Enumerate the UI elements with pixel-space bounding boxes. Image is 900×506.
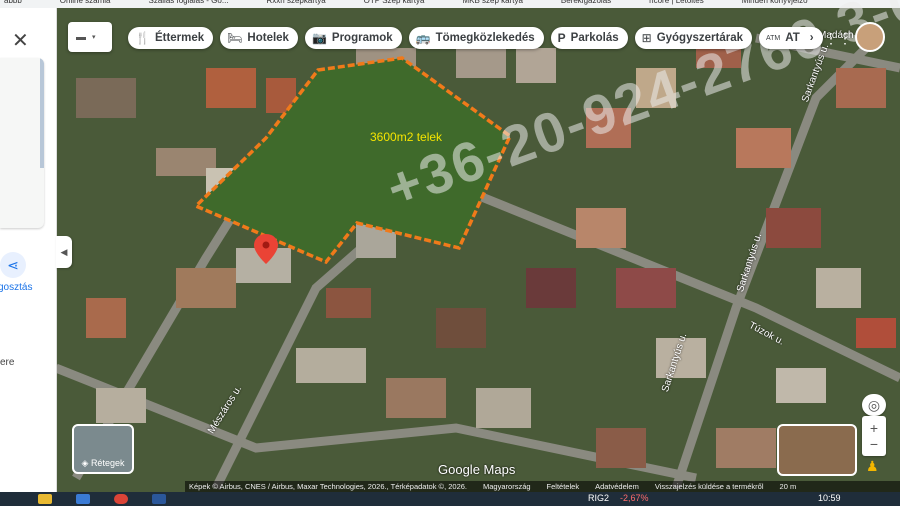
collapse-panel-button[interactable]: ◀ <box>56 236 72 268</box>
menu-icon[interactable]: ▬ <box>76 32 86 43</box>
chip-parking[interactable]: P Parkolás <box>550 27 628 49</box>
attribution-bar: Képek © Airbus, CNES / Airbus, Maxar Tec… <box>185 481 900 492</box>
google-maps-watermark: Google Maps <box>438 462 516 477</box>
chip-hotels[interactable]: 🛏 Hotelek <box>220 27 298 49</box>
chip-label: Parkolás <box>570 32 619 44</box>
layers-label: Rétegek <box>90 458 125 468</box>
chip-label: Hotelek <box>247 32 289 44</box>
country-link[interactable]: Magyarország <box>483 482 531 491</box>
close-icon[interactable]: ✕ <box>12 28 29 53</box>
imagery-credit: Képek © Airbus, CNES / Airbus, Maxar Tec… <box>189 482 468 491</box>
clock: 10:59 <box>818 493 841 503</box>
pegman-icon[interactable]: ♟ <box>866 458 882 476</box>
avatar[interactable] <box>855 22 885 52</box>
scale-label: 20 m <box>779 482 797 491</box>
layers-button[interactable]: ◈ Rétegek <box>72 424 134 474</box>
bookmark-item[interactable]: Bérekigazolás <box>561 0 611 8</box>
chevron-down-icon[interactable]: ▾ <box>92 33 96 41</box>
bookmark-item[interactable]: ncore | Letöltés <box>649 0 704 8</box>
sidebar-text: ere <box>0 357 15 368</box>
zoom-controls: + − <box>862 416 886 456</box>
word-icon[interactable] <box>152 494 166 504</box>
chip-label: Gyógyszertárak <box>656 32 743 44</box>
chip-label: Tömegközlekedés <box>435 32 535 44</box>
bookmarks-bar: abbb Online számla Szállás foglalás - Go… <box>0 0 900 8</box>
bookmark-item[interactable]: Online számla <box>60 0 111 8</box>
place-sidebar: ✕ ⋖ gosztás ere <box>0 8 57 492</box>
chip-label: Éttermek <box>154 32 205 44</box>
share-icon[interactable]: ⋖ <box>0 252 26 278</box>
pharmacy-icon: ⊞ <box>641 31 652 45</box>
privacy-link[interactable]: Adatvédelem <box>595 482 639 491</box>
chip-atm[interactable]: ATM AT › <box>758 27 823 49</box>
zoom-in-button[interactable]: + <box>870 420 878 436</box>
terms-link[interactable]: Feltételek <box>547 482 580 491</box>
folder-icon[interactable] <box>38 494 52 504</box>
chevron-right-icon[interactable]: › <box>810 32 814 44</box>
apps-grid-icon[interactable]: ⋮⋮ <box>824 30 852 46</box>
fork-knife-icon: 🍴 <box>135 31 150 45</box>
os-taskbar: RIG2 -2,67% 10:59 <box>0 492 900 506</box>
bookmark-item[interactable]: Szállás foglalás - Go... <box>148 0 228 8</box>
street-view-thumbnail[interactable] <box>777 424 857 476</box>
chip-transit[interactable]: 🚌 Tömegközlekedés <box>408 27 544 49</box>
target-icon[interactable]: ◎ <box>862 394 886 416</box>
chip-pharmacies[interactable]: ⊞ Gyógyszertárak <box>634 27 752 49</box>
category-chips: 🍴 Éttermek 🛏 Hotelek 📷 Programok 🚌 Tömegközl… <box>128 27 823 49</box>
layers-icon: ◈ <box>81 458 91 468</box>
zoom-out-button[interactable]: − <box>870 436 878 452</box>
store-icon[interactable] <box>76 494 90 504</box>
parking-icon: P <box>557 31 566 45</box>
stock-ticker: RIG2 <box>588 493 610 503</box>
feedback-link[interactable]: Visszajelzés küldése a termékről <box>655 482 764 491</box>
bookmark-item[interactable]: OTP Szép kártya <box>364 0 425 8</box>
bookmark-item[interactable]: Rxxh szépkártya <box>267 0 326 8</box>
chip-restaurants[interactable]: 🍴 Éttermek <box>128 27 214 49</box>
camera-icon: 📷 <box>311 31 327 45</box>
chip-label: Programok <box>331 32 393 44</box>
bookmark-item[interactable]: abbb <box>4 0 22 8</box>
share-label: gosztás <box>0 282 33 293</box>
atm-icon: ATM <box>765 34 781 42</box>
bookmark-item[interactable]: MKB szép kártya <box>462 0 522 8</box>
search-box[interactable]: ▬ ▾ <box>68 22 112 52</box>
chip-programs[interactable]: 📷 Programok <box>304 27 402 49</box>
stock-change: -2,67% <box>620 493 649 503</box>
bed-icon: 🛏 <box>227 31 243 45</box>
place-photo-card[interactable] <box>0 58 44 228</box>
bus-icon: 🚌 <box>415 31 431 45</box>
chrome-icon[interactable] <box>114 494 128 504</box>
chip-label: AT <box>785 32 800 44</box>
